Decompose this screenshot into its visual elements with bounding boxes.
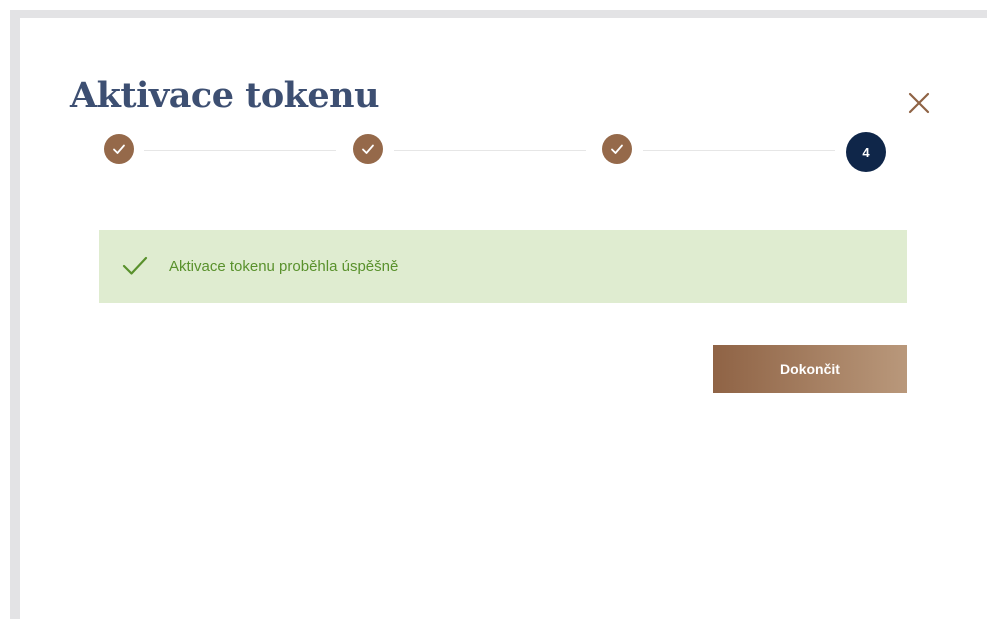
alert-message: Aktivace tokenu proběhla úspěšně (169, 258, 399, 275)
checkmark-icon (611, 144, 623, 154)
checkmark-icon (362, 144, 374, 154)
step-3-completed (602, 134, 632, 164)
checkmark-icon (113, 144, 125, 154)
step-4-active: 4 (846, 132, 886, 172)
success-alert: Aktivace tokenu proběhla úspěšně (99, 230, 907, 303)
checkmark-icon (122, 256, 148, 275)
step-number: 4 (862, 144, 870, 160)
finish-button[interactable]: Dokončit (713, 345, 907, 393)
step-1-completed (104, 134, 134, 164)
step-2-completed (353, 134, 383, 164)
progress-stepper: 4 (104, 132, 888, 172)
step-connector (394, 150, 586, 151)
close-button[interactable] (902, 86, 934, 118)
dialog-title: Aktivace tokenu (70, 75, 380, 116)
close-icon (908, 92, 930, 114)
window-frame-left (10, 10, 20, 619)
step-connector (144, 150, 336, 151)
step-connector (643, 150, 835, 151)
window-frame-top (10, 10, 987, 18)
token-activation-dialog: Aktivace tokenu 4 Aktivace tokenu proběh… (20, 18, 987, 617)
